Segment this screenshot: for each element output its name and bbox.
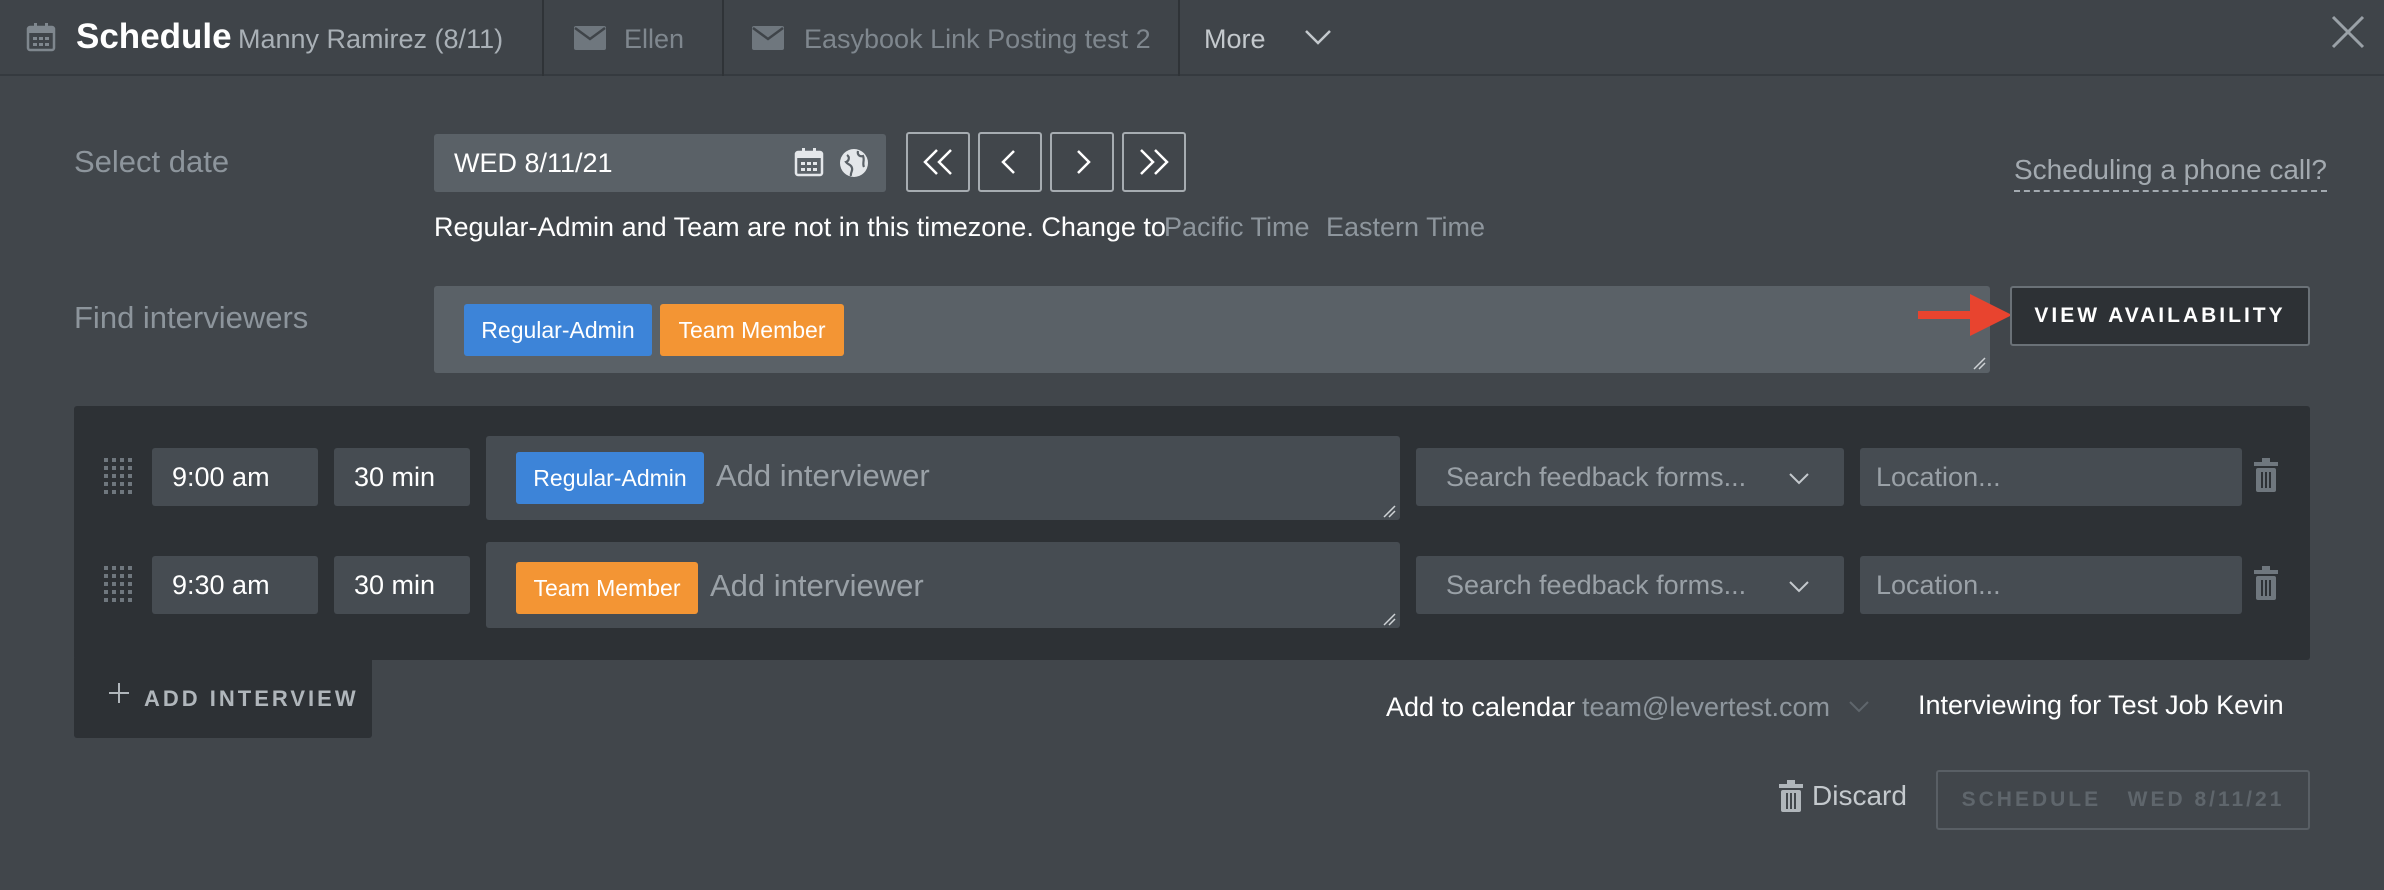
more-tabs-button[interactable]: More bbox=[1204, 24, 1266, 55]
add-to-calendar-label: Add to calendar bbox=[1386, 692, 1576, 722]
interviewing-for-job: Interviewing for Test Job Kevin bbox=[1918, 690, 2284, 720]
resize-handle-icon[interactable] bbox=[1382, 612, 1396, 626]
resize-handle-icon[interactable] bbox=[1382, 504, 1396, 518]
chevron-down-icon[interactable] bbox=[1788, 580, 1810, 594]
tab-schedule[interactable]: Schedule Manny Ramirez (8/11) bbox=[0, 0, 544, 76]
prev-day-button[interactable] bbox=[978, 132, 1042, 192]
next-day-button[interactable] bbox=[1050, 132, 1114, 192]
next-week-button[interactable] bbox=[1122, 132, 1186, 192]
view-availability-button[interactable]: VIEW AVAILABILITY bbox=[2010, 286, 2310, 346]
top-tab-bar: Schedule Manny Ramirez (8/11) Ellen Easy… bbox=[0, 0, 2384, 76]
page-title: Schedule bbox=[76, 17, 232, 56]
time-input[interactable]: 9:00 am bbox=[152, 448, 318, 506]
interviewer-chip-team-member[interactable]: Team Member bbox=[516, 562, 698, 614]
add-interviewer-input[interactable]: Regular-Admin Add interviewer bbox=[486, 436, 1400, 520]
resize-handle-icon[interactable] bbox=[1972, 356, 1986, 370]
trash-icon[interactable] bbox=[1778, 780, 1804, 812]
feedback-form-select[interactable]: Search feedback forms... bbox=[1416, 448, 1844, 506]
discard-button[interactable]: Discard bbox=[1812, 780, 1907, 812]
chevron-down-icon[interactable] bbox=[1788, 472, 1810, 486]
mail-icon bbox=[752, 26, 784, 50]
location-input[interactable]: Location... bbox=[1860, 556, 2242, 614]
tab-easybook-link-posting[interactable]: Easybook Link Posting test 2 bbox=[724, 0, 1180, 76]
interviewer-chip-regular-admin[interactable]: Regular-Admin bbox=[516, 452, 704, 504]
timezone-eastern-link[interactable]: Eastern Time bbox=[1326, 212, 1485, 243]
candidate-subtitle: Manny Ramirez (8/11) bbox=[238, 24, 504, 54]
calendar-icon bbox=[26, 23, 56, 52]
calendar-select[interactable]: team@levertest.com bbox=[1582, 692, 1830, 723]
close-icon[interactable] bbox=[2330, 14, 2366, 50]
mail-icon bbox=[574, 26, 606, 50]
time-input[interactable]: 9:30 am bbox=[152, 556, 318, 614]
trash-icon[interactable] bbox=[2252, 458, 2280, 492]
date-value: WED 8/11/21 bbox=[454, 148, 613, 178]
add-interviewer-placeholder: Add interviewer bbox=[710, 568, 924, 603]
location-input[interactable]: Location... bbox=[1860, 448, 2242, 506]
drag-handle-icon[interactable] bbox=[102, 564, 134, 606]
calendar-icon[interactable] bbox=[794, 147, 824, 177]
timezone-pacific-link[interactable]: Pacific Time bbox=[1164, 212, 1310, 243]
select-date-label: Select date bbox=[74, 144, 230, 179]
duration-input[interactable]: 30 min bbox=[334, 448, 470, 506]
prev-week-button[interactable] bbox=[906, 132, 970, 192]
chevron-right-icon bbox=[1077, 150, 1091, 174]
plus-icon bbox=[109, 683, 129, 703]
interviewer-chip-team-member[interactable]: Team Member bbox=[660, 304, 844, 356]
feedback-form-select[interactable]: Search feedback forms... bbox=[1416, 556, 1844, 614]
timezone-note: Regular-Admin and Team are not in this t… bbox=[434, 212, 1166, 242]
add-interviewer-input[interactable]: Team Member Add interviewer bbox=[486, 542, 1400, 628]
add-interview-button[interactable]: ADD INTERVIEW bbox=[144, 686, 359, 712]
double-chevron-right-icon bbox=[1140, 149, 1169, 175]
double-chevron-left-icon bbox=[923, 149, 952, 175]
tab-easybook-label: Easybook Link Posting test 2 bbox=[804, 24, 1151, 54]
duration-input[interactable]: 30 min bbox=[334, 556, 470, 614]
interviewers-input[interactable]: Regular-Admin Team Member bbox=[434, 286, 1990, 373]
phone-call-link[interactable]: Scheduling a phone call? bbox=[2014, 154, 2327, 192]
add-interviewer-placeholder: Add interviewer bbox=[716, 458, 930, 493]
tab-ellen[interactable]: Ellen bbox=[544, 0, 724, 76]
find-interviewers-label: Find interviewers bbox=[74, 300, 309, 335]
chevron-down-icon[interactable] bbox=[1848, 700, 1870, 714]
drag-handle-icon[interactable] bbox=[102, 456, 134, 498]
interviewer-chip-regular-admin[interactable]: Regular-Admin bbox=[464, 304, 652, 356]
red-arrow-icon bbox=[1918, 294, 2012, 336]
schedule-button[interactable]: SCHEDULE WED 8/11/21 bbox=[1936, 770, 2310, 830]
trash-icon[interactable] bbox=[2252, 566, 2280, 600]
chevron-down-icon[interactable] bbox=[1304, 28, 1332, 46]
date-input[interactable]: WED 8/11/21 bbox=[434, 134, 886, 192]
globe-icon[interactable] bbox=[838, 147, 870, 179]
chevron-left-icon bbox=[1001, 150, 1015, 174]
tab-ellen-label: Ellen bbox=[624, 24, 685, 54]
